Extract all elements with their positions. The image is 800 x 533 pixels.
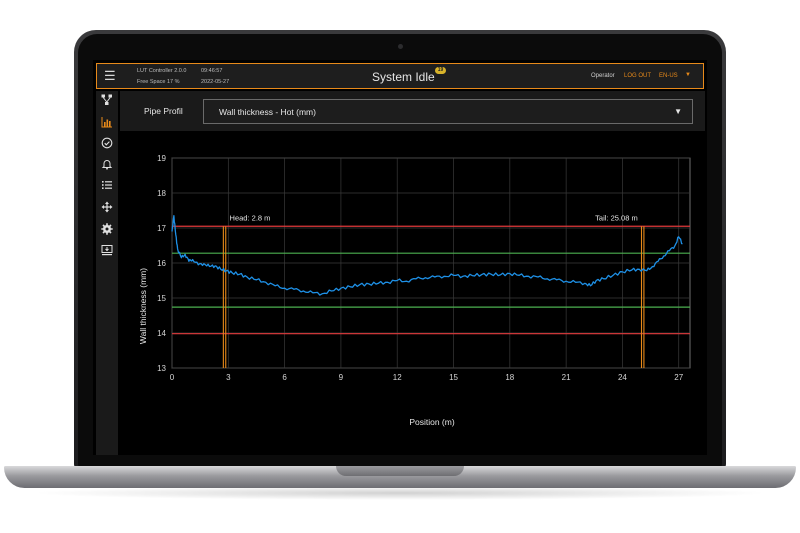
profile-select-value: Wall thickness - Hot (mm) xyxy=(219,107,316,117)
x-tick-label: 3 xyxy=(226,373,231,382)
menu-icon[interactable]: ☰ xyxy=(104,68,116,84)
x-tick-label: 6 xyxy=(282,373,287,382)
system-status-title: System Idle xyxy=(372,70,435,84)
move-arrows-icon[interactable] xyxy=(101,201,113,213)
laptop-mockup: ☰ LUT Controller 2.0.0 Free Space 17 % 0… xyxy=(0,0,800,533)
y-tick-label: 14 xyxy=(157,329,166,338)
profile-selector-label: Pipe Profil xyxy=(144,106,183,116)
x-tick-label: 12 xyxy=(393,373,402,382)
x-tick-label: 18 xyxy=(505,373,514,382)
y-axis-label: Wall thickness (mm) xyxy=(138,268,148,344)
x-tick-label: 21 xyxy=(562,373,571,382)
chevron-down-icon[interactable]: ▼ xyxy=(674,107,682,116)
bell-icon[interactable] xyxy=(101,158,113,170)
wall-thickness-chart: Head: 2.8 m Tail: 25.08 m 0 3 6 9 12 15 18 21 24 2… xyxy=(138,154,691,427)
free-space: Free Space 17 % xyxy=(137,79,180,85)
x-axis-label: Position (m) xyxy=(409,417,455,427)
language-chevron-down-icon[interactable]: ▼ xyxy=(685,72,691,78)
y-tick-label: 15 xyxy=(157,294,166,303)
language-selector[interactable]: EN-US xyxy=(659,73,678,79)
chart-grid xyxy=(171,157,691,369)
laptop-notch xyxy=(336,466,464,476)
check-circle-icon[interactable] xyxy=(101,137,113,149)
gear-icon[interactable] xyxy=(101,223,113,235)
axis-ticks: 0 3 6 9 12 15 18 21 24 27 13 14 15 16 17 18 19 xyxy=(157,154,684,382)
x-tick-label: 0 xyxy=(170,373,175,382)
notification-badge[interactable]: 19 xyxy=(435,67,446,74)
position-markers: Head: 2.8 m Tail: 25.08 m xyxy=(222,213,645,368)
y-tick-label: 16 xyxy=(157,259,166,268)
network-icon[interactable] xyxy=(101,94,113,106)
marker-annotation: Tail: 25.08 m xyxy=(595,213,638,222)
clock-date: 2022-05-27 xyxy=(201,79,230,85)
app-screen: ☰ LUT Controller 2.0.0 Free Space 17 % 0… xyxy=(93,60,707,455)
bar-chart-icon[interactable] xyxy=(101,116,113,128)
y-tick-label: 17 xyxy=(157,224,166,233)
y-tick-label: 19 xyxy=(157,154,166,163)
marker-annotation: Head: 2.8 m xyxy=(230,213,271,222)
chart-series xyxy=(171,215,683,296)
clock-time: 09:46:57 xyxy=(201,68,223,74)
y-tick-label: 18 xyxy=(157,189,166,198)
x-tick-label: 9 xyxy=(339,373,344,382)
limit-lines xyxy=(172,225,690,335)
profile-selector-row: Pipe Profil Wall thickness - Hot (mm) ▼ xyxy=(120,91,705,131)
profile-select-dropdown[interactable]: Wall thickness - Hot (mm) ▼ xyxy=(203,99,693,124)
x-tick-label: 27 xyxy=(674,373,683,382)
list-icon[interactable] xyxy=(101,179,113,191)
logout-button[interactable]: LOG OUT xyxy=(624,73,651,79)
camera-icon xyxy=(398,44,403,49)
x-tick-label: 24 xyxy=(618,373,627,382)
user-role: Operator xyxy=(591,73,615,79)
sidebar xyxy=(96,91,118,455)
main-content: Pipe Profil Wall thickness - Hot (mm) ▼ … xyxy=(120,91,705,451)
y-tick-label: 13 xyxy=(157,364,166,373)
top-bar: ☰ LUT Controller 2.0.0 Free Space 17 % 0… xyxy=(96,63,704,89)
thickness-series-line xyxy=(171,215,683,296)
app-version: LUT Controller 2.0.0 xyxy=(137,68,187,74)
monitor-download-icon[interactable] xyxy=(101,244,113,256)
x-tick-label: 15 xyxy=(449,373,458,382)
laptop-shadow xyxy=(30,486,770,500)
